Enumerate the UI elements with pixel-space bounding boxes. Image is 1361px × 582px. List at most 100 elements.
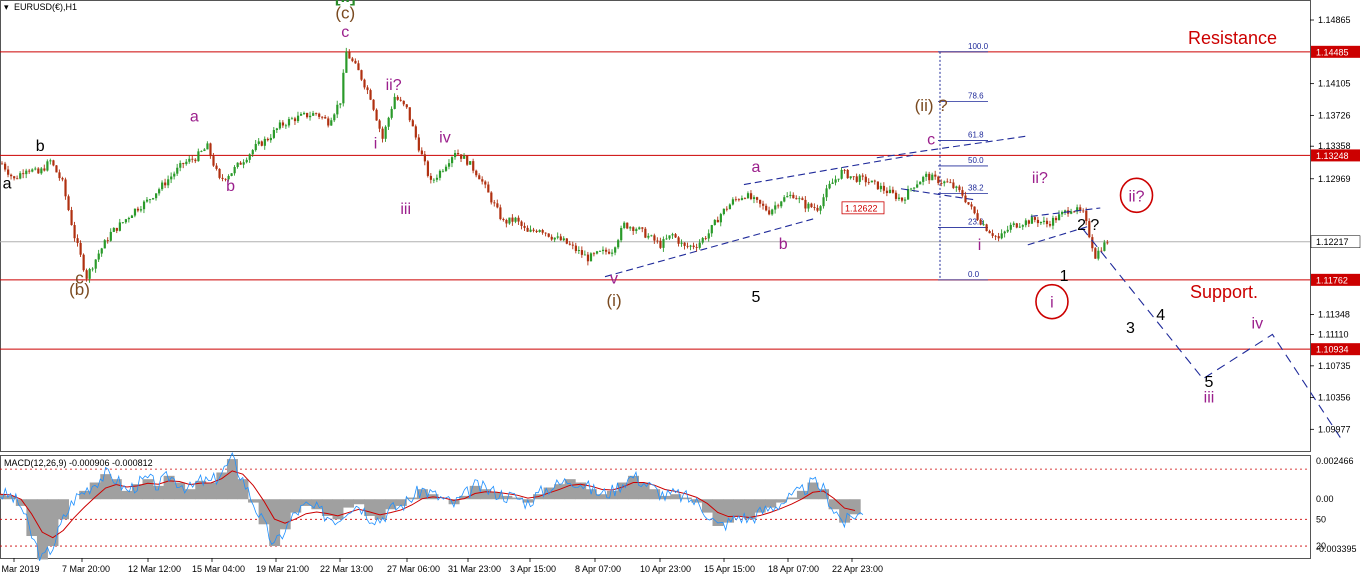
- candle-body: [260, 141, 263, 146]
- candle-body: [991, 233, 994, 236]
- candle-body: [743, 198, 747, 199]
- candle-body: [632, 227, 635, 231]
- candle-body: [4, 163, 7, 170]
- candle-body: [759, 199, 762, 204]
- candle-body: [556, 236, 559, 238]
- candle-body: [185, 161, 188, 165]
- wave-label: 2 ?: [1077, 217, 1099, 234]
- candle-body: [882, 185, 886, 191]
- candle-body: [85, 270, 88, 279]
- candle-body: [67, 196, 70, 211]
- candle-body: [620, 228, 623, 241]
- candle-body: [197, 151, 200, 162]
- y-tick-label: 1.14865: [1318, 15, 1351, 25]
- candle-body: [324, 117, 327, 119]
- candle-body: [290, 118, 294, 120]
- candle-body: [701, 238, 704, 243]
- candle-body: [399, 99, 402, 101]
- candle-body: [523, 225, 526, 228]
- candle-body: [79, 242, 82, 255]
- candle-body: [275, 128, 279, 131]
- candle-body: [34, 168, 37, 170]
- candle-body: [931, 174, 934, 181]
- candle-body: [725, 208, 728, 210]
- candle-body: [336, 104, 339, 115]
- candle-body: [692, 245, 695, 248]
- macd-hist-bar: [311, 499, 323, 510]
- candle-body: [417, 137, 420, 151]
- candle-body: [1048, 224, 1052, 226]
- wave-label: iv: [439, 130, 451, 147]
- wave-label: i: [374, 136, 378, 153]
- candle-body: [979, 219, 982, 225]
- candle-body: [538, 230, 541, 232]
- candle-body: [771, 209, 774, 215]
- candle-body: [792, 194, 795, 199]
- candle-body: [37, 168, 40, 174]
- candle-body: [937, 176, 940, 184]
- chart-canvas[interactable]: 1.14485 Resistance 1.13248 1.11762 Support. 1…: [0, 0, 1361, 582]
- candle-body: [31, 169, 34, 172]
- candle-body: [653, 235, 656, 241]
- macd-hist-bar: [26, 499, 38, 537]
- candle-body: [855, 176, 858, 182]
- candle-body: [629, 227, 632, 229]
- candle-body: [387, 117, 390, 127]
- candle-body: [1045, 220, 1049, 225]
- candle-body: [245, 159, 248, 163]
- candle-body: [861, 175, 864, 177]
- level-text: Support.: [1190, 282, 1258, 302]
- x-tick-label: 18 Apr 07:00: [768, 564, 819, 574]
- y-tick-label: 1.10356: [1318, 393, 1351, 403]
- candle-body: [704, 238, 707, 239]
- macd-hist-bar: [163, 475, 175, 500]
- candle-body: [142, 201, 146, 210]
- candle-body: [801, 198, 804, 200]
- candle-body: [1058, 214, 1061, 221]
- candle-body: [997, 236, 1000, 239]
- candle-body: [478, 175, 481, 180]
- candle-body: [429, 175, 433, 180]
- candle-body: [299, 113, 303, 116]
- candle-body: [242, 162, 245, 165]
- candle-body: [1030, 217, 1034, 224]
- candle-body: [722, 208, 725, 215]
- candle-body: [777, 205, 780, 207]
- candle-body: [626, 222, 629, 229]
- candle-body: [940, 183, 943, 184]
- candle-body: [662, 239, 665, 248]
- candle-body: [843, 169, 846, 171]
- candle-body: [526, 227, 529, 232]
- candle-body: [952, 182, 955, 188]
- candle-body: [728, 204, 732, 210]
- candle-body: [339, 103, 342, 105]
- candle-body: [118, 222, 121, 231]
- candle-body: [913, 187, 916, 189]
- candle-body: [411, 120, 414, 127]
- candle-body: [303, 112, 306, 114]
- candle-body: [426, 161, 430, 176]
- candle-body: [1094, 248, 1097, 259]
- candle-body: [278, 122, 282, 129]
- candle-body: [330, 120, 333, 126]
- candle-body: [454, 153, 457, 158]
- candle-body: [671, 234, 674, 236]
- candle-body: [88, 269, 91, 279]
- x-tick-label: 22 Apr 23:00: [832, 564, 883, 574]
- candle-body: [1021, 225, 1024, 227]
- y-tick-label: 1.11110: [1318, 329, 1349, 339]
- candle-body: [934, 174, 937, 177]
- candle-body: [746, 193, 750, 199]
- candle-body: [158, 189, 161, 194]
- candle-body: [958, 186, 961, 191]
- candle-body: [191, 158, 194, 160]
- candle-body: [867, 182, 870, 184]
- x-tick-label: 7 Mar 20:00: [62, 564, 110, 574]
- candle-body: [64, 179, 67, 197]
- candle-body: [251, 150, 254, 155]
- candle-body: [870, 180, 873, 183]
- candle-body: [813, 207, 816, 208]
- candle-body: [1012, 223, 1015, 225]
- wave-label: b: [226, 178, 235, 195]
- candle-body: [511, 217, 514, 222]
